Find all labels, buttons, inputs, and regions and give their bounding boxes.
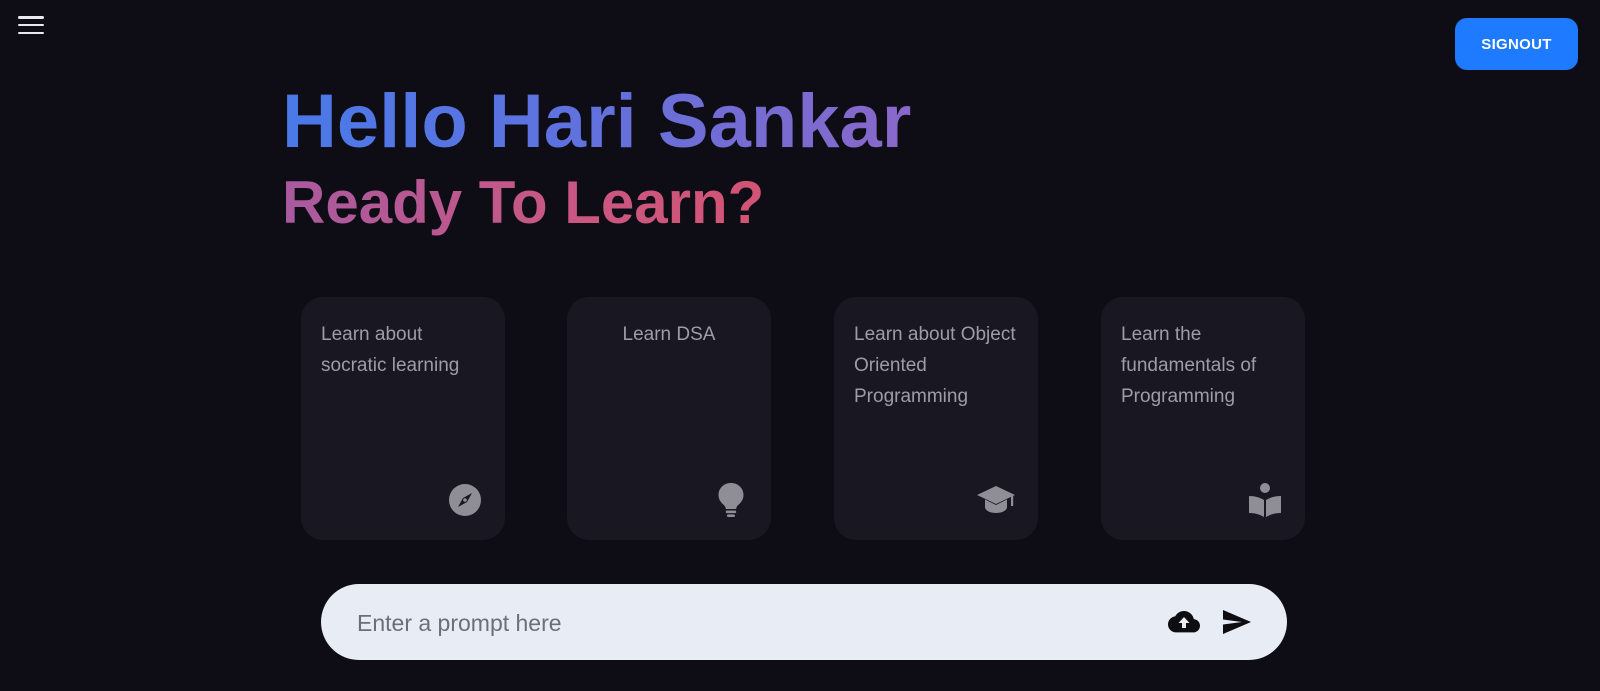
suggestion-card-fundamentals[interactable]: Learn the fundamentals of Programming	[1101, 297, 1305, 540]
lightbulb-icon	[713, 482, 749, 518]
card-text: Learn the fundamentals of Programming	[1121, 324, 1257, 407]
menu-line	[18, 16, 44, 19]
prompt-input[interactable]	[355, 584, 1139, 662]
prompt-bar	[321, 584, 1287, 662]
hamburger-menu-icon[interactable]	[18, 14, 44, 36]
card-text: Learn about socratic learning	[321, 324, 460, 376]
greeting-title: Hello Hari Sankar	[282, 79, 912, 164]
send-icon[interactable]	[1220, 606, 1254, 638]
greeting-subtitle: Ready To Learn?	[282, 169, 765, 236]
suggestion-card-oop[interactable]: Learn about Object Oriented Programming	[834, 297, 1038, 540]
reading-book-icon	[1247, 482, 1283, 518]
suggestion-card-socratic[interactable]: Learn about socratic learning	[301, 297, 505, 540]
graduation-cap-icon	[976, 482, 1016, 518]
menu-line	[18, 31, 44, 34]
cloud-upload-icon[interactable]	[1167, 606, 1201, 638]
signout-button[interactable]: SIGNOUT	[1455, 18, 1578, 70]
card-text: Learn DSA	[622, 324, 716, 345]
menu-line	[18, 23, 44, 27]
card-text: Learn about Object Oriented Programming	[854, 324, 1016, 407]
app-page: SIGNOUT Hello Hari Sankar Ready To Learn…	[0, 0, 1600, 691]
compass-icon	[447, 482, 483, 518]
suggestion-card-dsa[interactable]: Learn DSA	[567, 297, 771, 540]
